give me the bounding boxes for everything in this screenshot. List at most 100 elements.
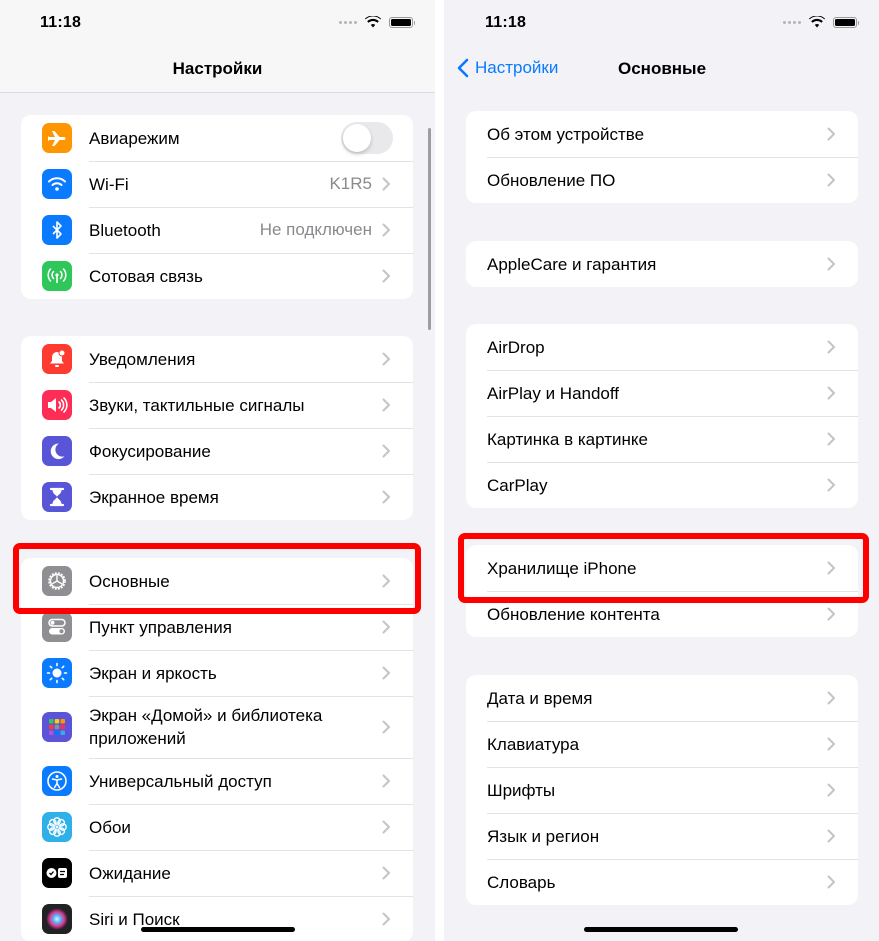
settings-row-wi-fi[interactable]: Wi-Fi K1R5: [21, 161, 413, 207]
airplane-mode-toggle[interactable]: [341, 122, 393, 154]
settings-group: AppleCare и гарантия: [466, 241, 858, 287]
settings-row-экранное-время[interactable]: Экранное время: [21, 474, 413, 520]
settings-row-об-этом-устройстве[interactable]: Об этом устройстве: [466, 111, 858, 157]
control-center-icon: [42, 612, 72, 642]
settings-row-пункт-управления[interactable]: Пункт управления: [21, 604, 413, 650]
row-label: Экранное время: [89, 487, 219, 507]
row-label: Сотовая связь: [89, 266, 203, 286]
chevron-right-icon: [827, 875, 835, 889]
nav-bar: Настройки: [0, 48, 435, 93]
row-label: Авиарежим: [89, 128, 180, 148]
wallpaper-icon: [42, 812, 72, 842]
row-label: Дата и время: [487, 688, 593, 708]
row-label: Bluetooth: [89, 220, 161, 240]
settings-screen: 11:18 Настройки Авиарежим Wi-Fi K1R5 Blueto…: [0, 0, 435, 941]
row-label: Язык и регион: [487, 826, 600, 846]
chevron-right-icon: [382, 574, 390, 588]
chevron-right-icon: [382, 774, 390, 788]
status-bar: 11:18: [0, 0, 435, 48]
settings-row-экран-и-яркость[interactable]: Экран и яркость: [21, 650, 413, 696]
general-screen: 11:18 Настройки Основные Об этом устройс…: [444, 0, 879, 941]
moon-icon: [42, 436, 72, 466]
back-button[interactable]: Настройки: [457, 58, 558, 78]
chevron-right-icon: [382, 490, 390, 504]
settings-group: Дата и время Клавиатура Шрифты Язык и регио…: [466, 675, 858, 905]
settings-row-сотовая-связь[interactable]: Сотовая связь: [21, 253, 413, 299]
settings-row-звуки-тактильные-сигналы[interactable]: Звуки, тактильные сигналы: [21, 382, 413, 428]
settings-row-язык-и-регион[interactable]: Язык и регион: [466, 813, 858, 859]
battery-icon: [389, 16, 415, 28]
wifi-status-icon: [809, 16, 825, 28]
cellular-signal-icon: [339, 20, 357, 24]
settings-row-обновление-по[interactable]: Обновление ПО: [466, 157, 858, 203]
row-label: Фокусирование: [89, 441, 211, 461]
chevron-right-icon: [382, 223, 390, 237]
status-icons: [783, 16, 859, 28]
notifications-icon: [42, 344, 72, 374]
settings-group: AirDrop AirPlay и Handoff Картинка в карти…: [466, 324, 858, 508]
chevron-right-icon: [827, 127, 835, 141]
settings-row-airdrop[interactable]: AirDrop: [466, 324, 858, 370]
settings-row-универсальный-доступ[interactable]: Универсальный доступ: [21, 758, 413, 804]
settings-row-applecare-и-гарантия[interactable]: AppleCare и гарантия: [466, 241, 858, 287]
row-label: Уведомления: [89, 349, 196, 369]
settings-group: Основные Пункт управления Экран и яркость Э…: [21, 558, 413, 941]
settings-row-обновление-контента[interactable]: Обновление контента: [466, 591, 858, 637]
settings-group: Об этом устройстве Обновление ПО: [466, 111, 858, 203]
settings-row-уведомления[interactable]: Уведомления: [21, 336, 413, 382]
chevron-right-icon: [382, 866, 390, 880]
row-label: Экран «Домой» и библиотека приложений: [89, 706, 323, 748]
settings-row-экран-домой-и-библиотека-приложений[interactable]: Экран «Домой» и библиотека приложений: [21, 696, 413, 758]
row-label: Ожидание: [89, 863, 171, 883]
settings-row-картинка-в-картинке[interactable]: Картинка в картинке: [466, 416, 858, 462]
home-screen-icon: [42, 712, 72, 742]
chevron-right-icon: [382, 720, 390, 734]
gear-icon: [42, 566, 72, 596]
chevron-right-icon: [827, 257, 835, 271]
settings-row-хранилище-iphone[interactable]: Хранилище iPhone: [466, 545, 858, 591]
status-time: 11:18: [40, 14, 82, 31]
siri-icon: [42, 904, 72, 934]
back-label: Настройки: [475, 58, 559, 77]
chevron-right-icon: [827, 691, 835, 705]
chevron-right-icon: [827, 340, 835, 354]
row-label: Обновление контента: [487, 604, 660, 624]
settings-row-словарь[interactable]: Словарь: [466, 859, 858, 905]
chevron-right-icon: [827, 173, 835, 187]
scrollbar[interactable]: [428, 128, 431, 330]
page-title: Настройки: [172, 59, 263, 78]
accessibility-icon: [42, 766, 72, 796]
settings-row-ожидание[interactable]: Ожидание: [21, 850, 413, 896]
chevron-right-icon: [827, 737, 835, 751]
settings-row-авиарежим[interactable]: Авиарежим: [21, 115, 413, 161]
chevron-right-icon: [827, 561, 835, 575]
settings-row-фокусирование[interactable]: Фокусирование: [21, 428, 413, 474]
chevron-right-icon: [382, 912, 390, 926]
settings-row-siri-и-поиск[interactable]: Siri и Поиск: [21, 896, 413, 941]
settings-row-шрифты[interactable]: Шрифты: [466, 767, 858, 813]
wifi-status-icon: [365, 16, 381, 28]
row-label: Словарь: [487, 872, 556, 892]
settings-row-airplay-и-handoff[interactable]: AirPlay и Handoff: [466, 370, 858, 416]
chevron-right-icon: [827, 783, 835, 797]
row-label: Шрифты: [487, 780, 556, 800]
standby-icon: [42, 858, 72, 888]
row-label: AirDrop: [487, 337, 545, 357]
home-indicator[interactable]: [584, 927, 738, 932]
brightness-icon: [42, 658, 72, 688]
settings-group: Авиарежим Wi-Fi K1R5 Bluetooth Не подключен С…: [21, 115, 413, 299]
airplane-icon: [42, 123, 72, 153]
row-label: Картинка в картинке: [487, 429, 648, 449]
settings-row-carplay[interactable]: CarPlay: [466, 462, 858, 508]
chevron-right-icon: [827, 607, 835, 621]
home-indicator[interactable]: [141, 927, 295, 932]
chevron-right-icon: [382, 269, 390, 283]
settings-row-bluetooth[interactable]: Bluetooth Не подключен: [21, 207, 413, 253]
settings-row-дата-и-время[interactable]: Дата и время: [466, 675, 858, 721]
settings-row-основные[interactable]: Основные: [21, 558, 413, 604]
settings-row-клавиатура[interactable]: Клавиатура: [466, 721, 858, 767]
settings-row-обои[interactable]: Обои: [21, 804, 413, 850]
battery-icon: [833, 16, 859, 28]
chevron-right-icon: [827, 386, 835, 400]
chevron-right-icon: [382, 444, 390, 458]
